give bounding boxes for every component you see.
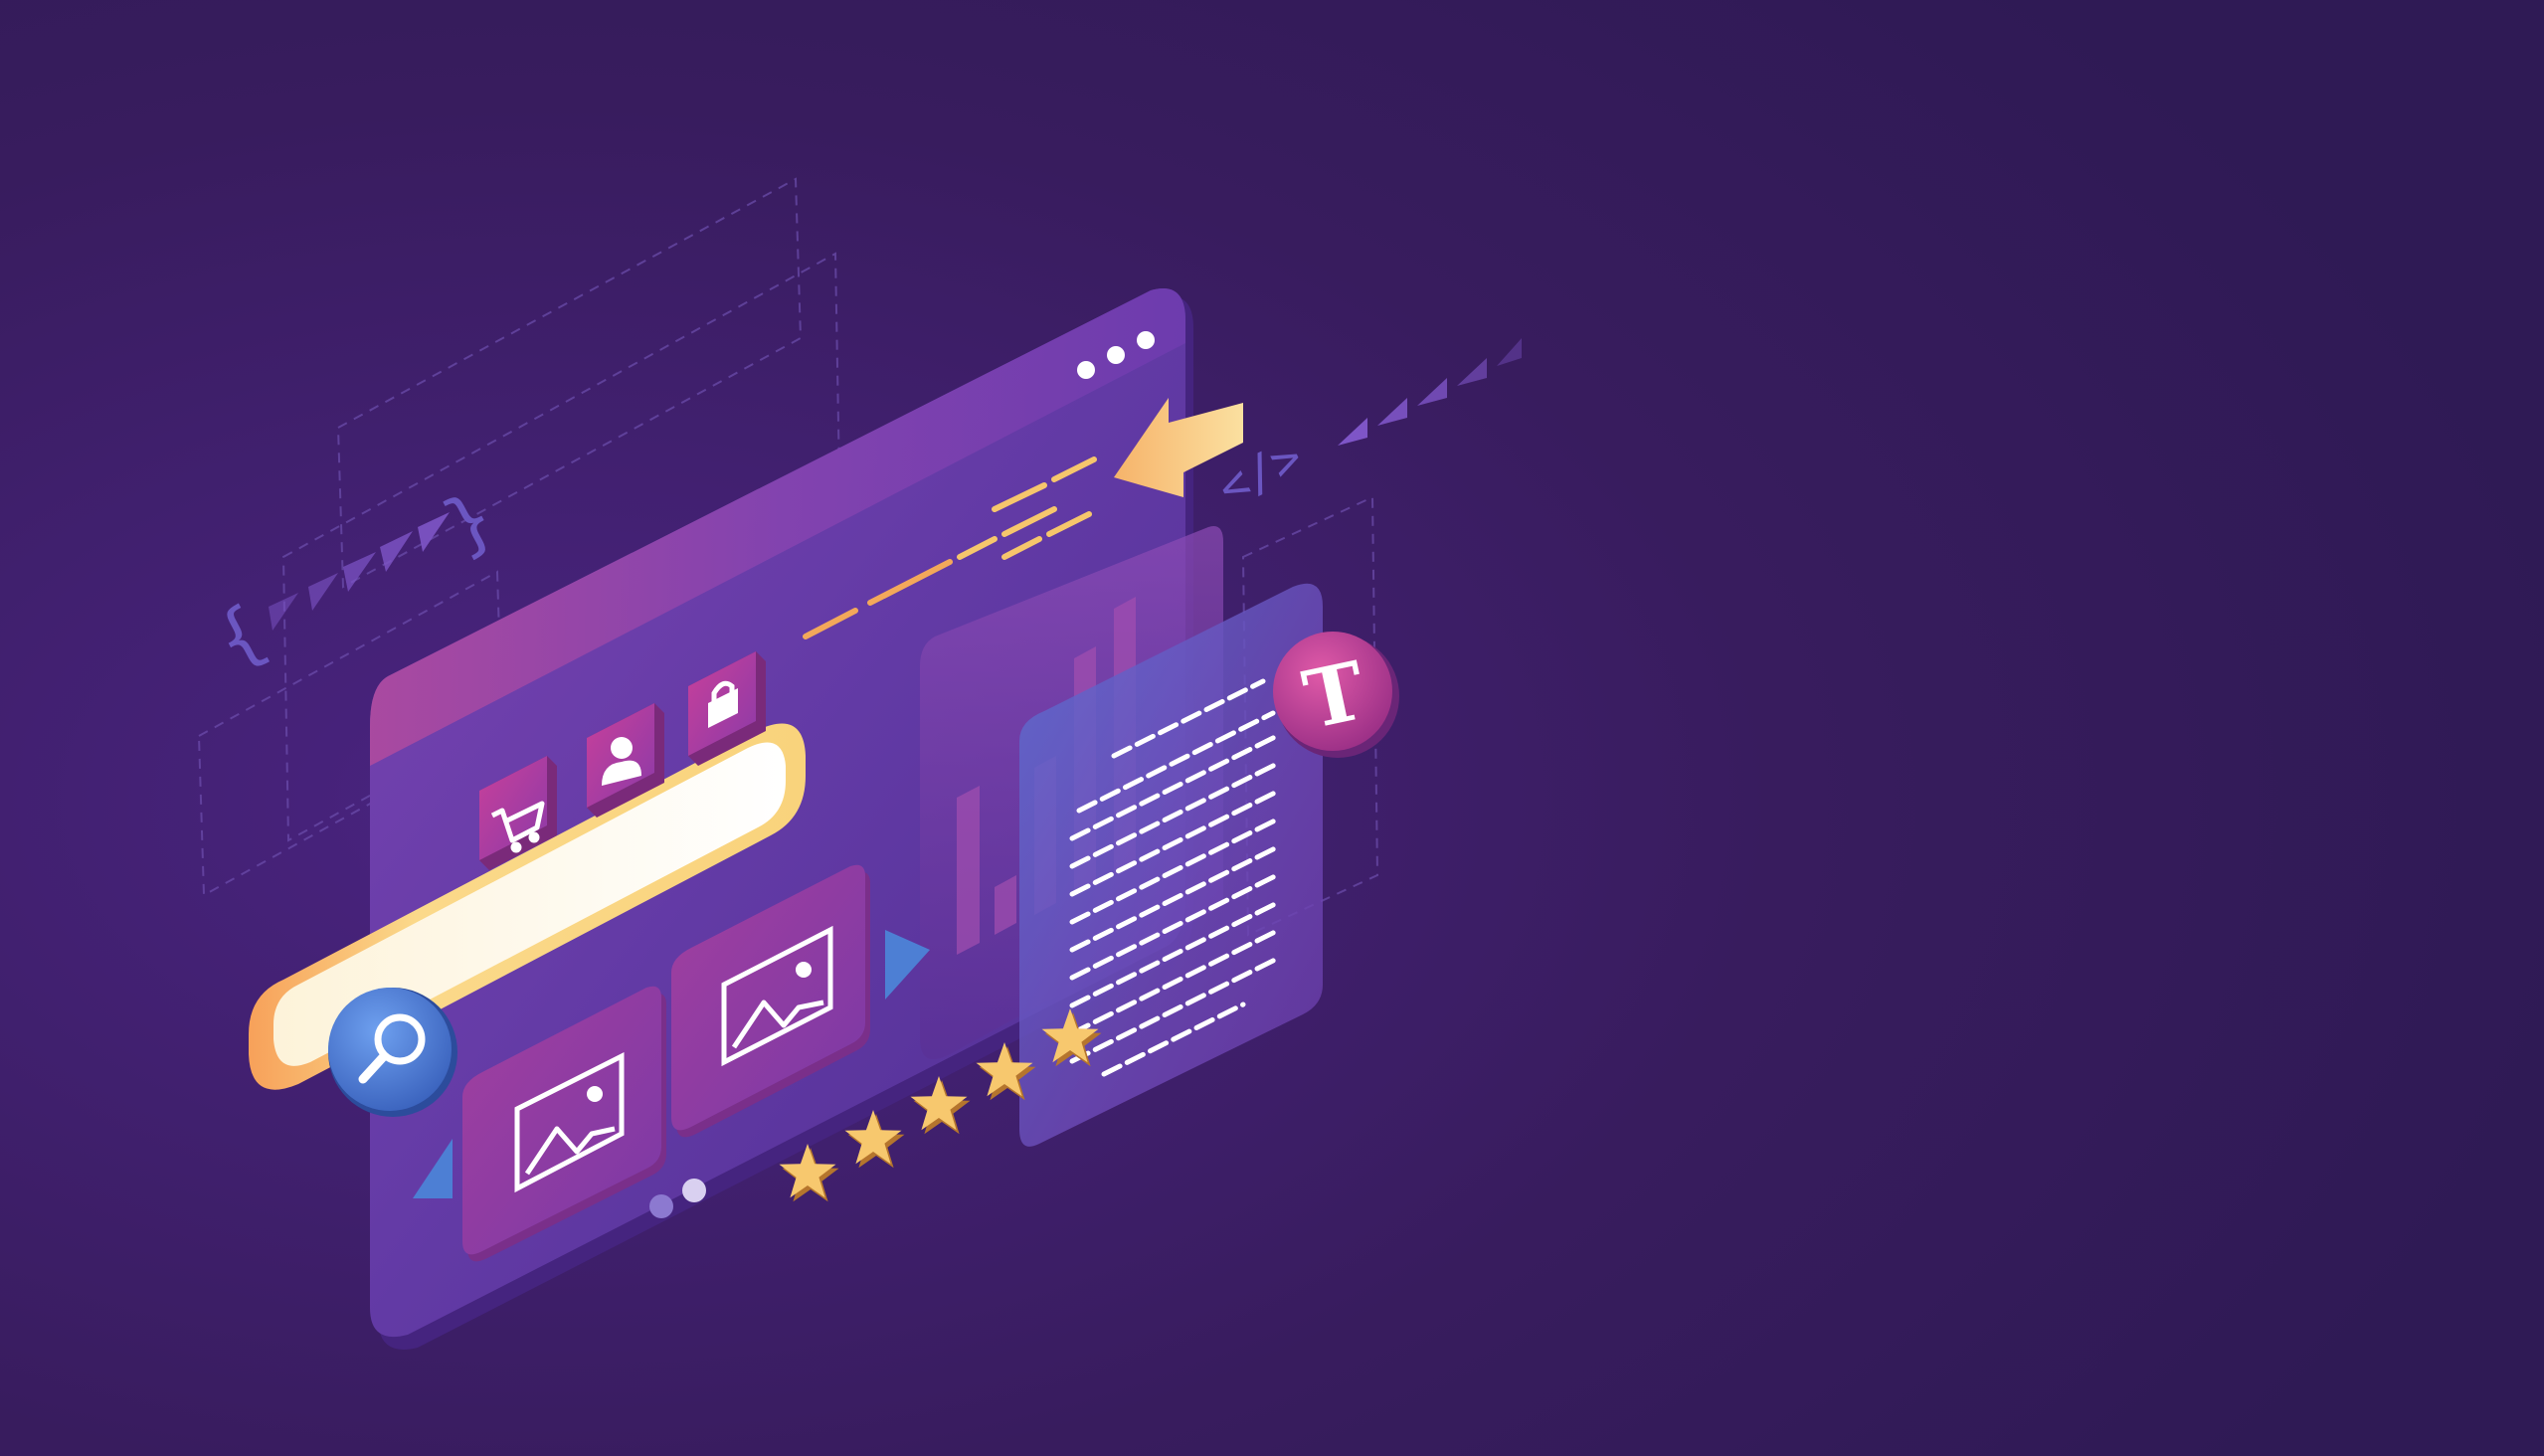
search-icon[interactable] xyxy=(328,988,457,1117)
isometric-web-illustration: { } </> T xyxy=(0,0,2544,1456)
